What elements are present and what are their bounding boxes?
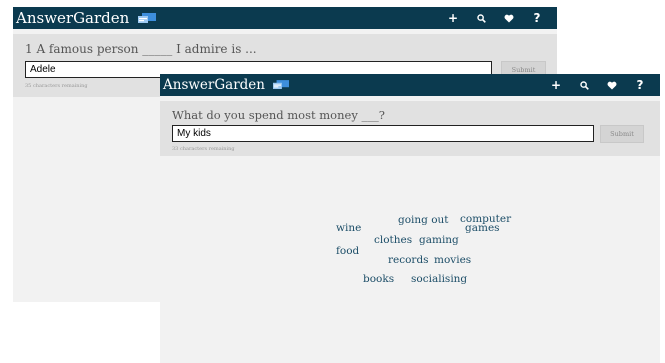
answer-word[interactable]: books [363, 273, 394, 285]
help-button[interactable]: ? [523, 11, 551, 25]
question-text: 1 A famous person _____ I admire is ... [25, 42, 257, 56]
answer-word[interactable]: wine [336, 222, 361, 234]
add-button[interactable]: + [439, 11, 467, 25]
top-bar: AnswerGarden + ? [13, 7, 557, 29]
plus-icon: + [447, 11, 459, 25]
brand-name: AnswerGarden [16, 9, 130, 27]
answer-word[interactable]: going out [398, 214, 449, 226]
search-button[interactable] [467, 13, 495, 23]
question-icon: ? [533, 11, 541, 25]
answer-word[interactable]: movies [434, 254, 471, 266]
search-icon [467, 13, 495, 23]
toolbar: + ? [439, 7, 551, 29]
heart-icon [495, 14, 523, 23]
answer-word[interactable]: records [388, 254, 429, 266]
answer-word-cloud: going out computer games wine clothes ga… [160, 74, 660, 363]
chars-remaining: 35 characters remaining [25, 83, 88, 89]
answergarden-window-front: AnswerGarden + ? What do you spend most … [160, 74, 660, 363]
answer-word[interactable]: games [465, 222, 500, 234]
answer-word[interactable]: food [336, 245, 359, 257]
answer-word[interactable]: gaming [419, 234, 459, 246]
chat-bubble-icon [138, 10, 157, 28]
answer-word[interactable]: clothes [374, 234, 412, 246]
brand-logo[interactable]: AnswerGarden [16, 9, 157, 28]
answer-word[interactable]: socialising [411, 273, 467, 285]
favorite-button[interactable] [495, 14, 523, 23]
